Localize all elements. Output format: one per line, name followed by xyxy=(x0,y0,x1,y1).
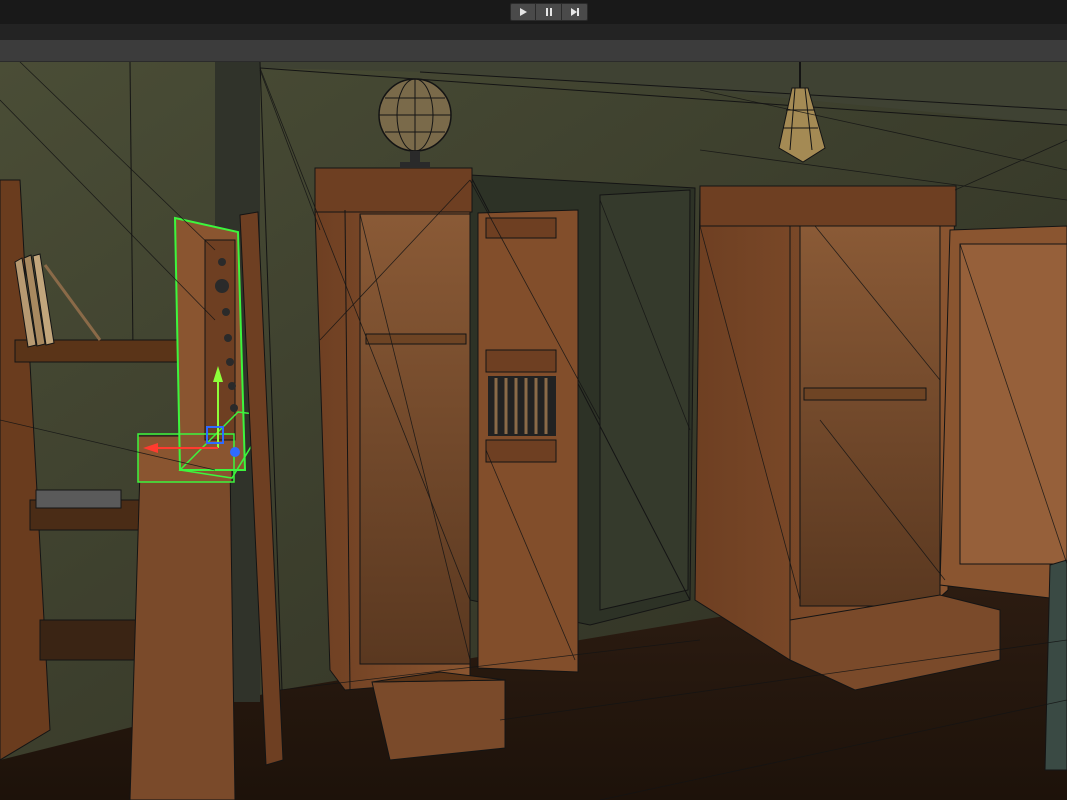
top-toolbar xyxy=(0,0,1067,24)
scene-render xyxy=(0,62,1067,800)
pause-icon xyxy=(545,8,552,16)
step-forward-icon xyxy=(570,8,579,16)
scene-toolbar xyxy=(0,40,1067,62)
playback-controls xyxy=(510,3,588,21)
play-button[interactable] xyxy=(510,3,536,21)
z-axis-handle[interactable] xyxy=(230,447,240,457)
pause-button[interactable] xyxy=(536,3,562,21)
step-button[interactable] xyxy=(562,3,588,21)
scene-viewport[interactable] xyxy=(0,62,1067,800)
play-icon xyxy=(520,8,527,16)
tab-strip xyxy=(0,24,1067,40)
